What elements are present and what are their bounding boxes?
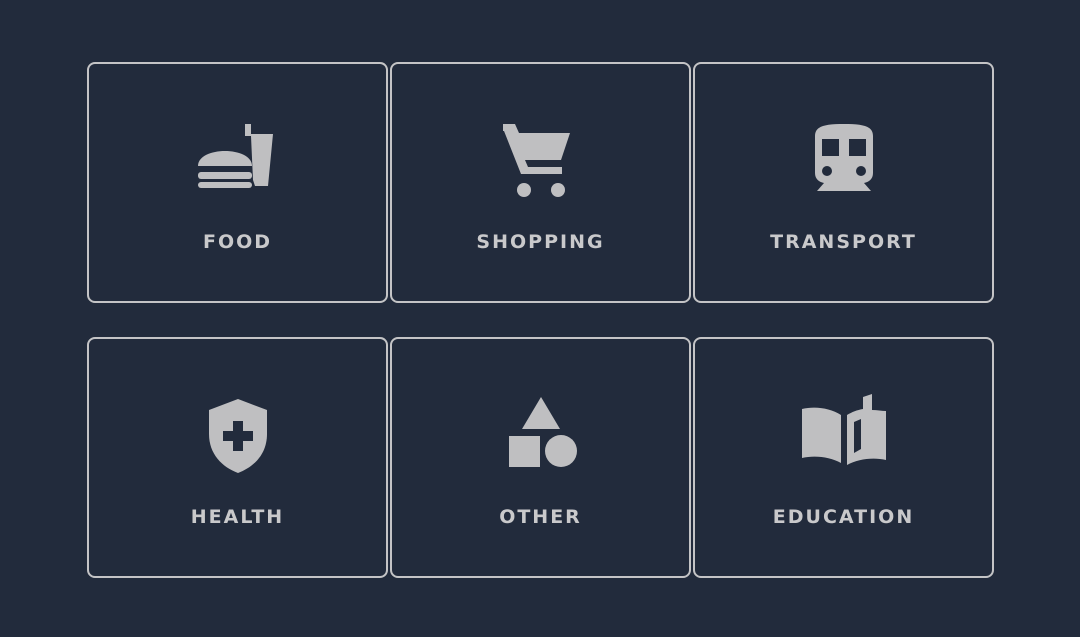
category-tile-other[interactable]: OTHER <box>390 337 691 578</box>
category-label-other: OTHER <box>499 506 582 528</box>
book-icon <box>799 391 889 481</box>
shopping-cart-icon <box>496 116 586 206</box>
category-label-transport: TRANSPORT <box>770 231 917 253</box>
health-shield-icon <box>193 391 283 481</box>
category-picker-page: { "categories": [ {"label": "FOOD", "ico… <box>0 0 1080 637</box>
category-label-food: FOOD <box>202 231 273 253</box>
train-icon <box>799 116 889 206</box>
category-label-education: EDUCATION <box>772 506 915 528</box>
category-tile-shopping[interactable]: SHOPPING <box>390 62 691 303</box>
shapes-icon <box>496 391 586 481</box>
category-label-health: HEALTH <box>190 506 285 528</box>
category-label-shopping: SHOPPING <box>476 231 605 253</box>
category-tile-food[interactable]: FOOD <box>87 62 388 303</box>
category-tile-health[interactable]: HEALTH <box>87 337 388 578</box>
category-tile-education[interactable]: EDUCATION <box>693 337 994 578</box>
category-tile-transport[interactable]: TRANSPORT <box>693 62 994 303</box>
fastfood-icon <box>193 116 283 206</box>
category-grid: FOOD SHOPPING TRANSPORT HEALTH OTHER EDU… <box>87 62 994 578</box>
